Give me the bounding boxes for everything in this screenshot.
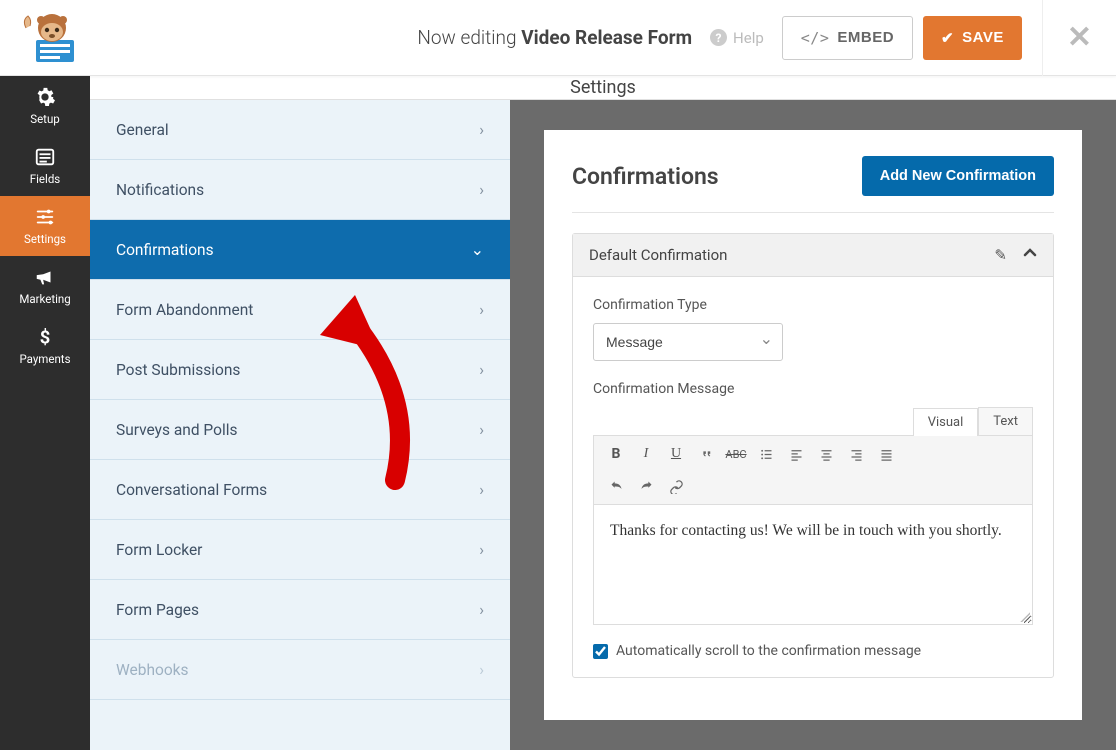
- rail-label: Setup: [30, 112, 60, 126]
- quote-icon[interactable]: [692, 440, 720, 468]
- rail-item-payments[interactable]: $ Payments: [0, 316, 90, 376]
- strikethrough-icon[interactable]: ABC: [722, 440, 750, 468]
- close-button[interactable]: ✕: [1042, 0, 1096, 76]
- dollar-icon: $: [34, 326, 56, 348]
- editor-tabs: Visual Text: [593, 407, 1033, 435]
- confirmations-panel: Confirmations Add New Confirmation Defau…: [544, 130, 1082, 720]
- subnav-item-confirmations[interactable]: Confirmations ⌄: [90, 220, 510, 280]
- rail-item-marketing[interactable]: Marketing: [0, 256, 90, 316]
- edit-icon[interactable]: ✎: [994, 246, 1007, 264]
- align-justify-icon[interactable]: [872, 440, 900, 468]
- subnav-item-form-pages[interactable]: Form Pages ›: [90, 580, 510, 640]
- rail-item-setup[interactable]: Setup: [0, 76, 90, 136]
- rail-item-fields[interactable]: Fields: [0, 136, 90, 196]
- autoscroll-checkbox[interactable]: [593, 644, 608, 659]
- chevron-right-icon: ›: [479, 600, 484, 619]
- check-icon: ✔: [941, 29, 954, 47]
- card-header[interactable]: Default Confirmation ✎: [573, 234, 1053, 277]
- save-button[interactable]: ✔ SAVE: [923, 16, 1022, 60]
- panel-heading: Confirmations: [572, 163, 719, 190]
- add-confirmation-button[interactable]: Add New Confirmation: [862, 156, 1054, 196]
- subnav-item-form-abandonment[interactable]: Form Abandonment ›: [90, 280, 510, 340]
- bullet-list-icon[interactable]: [752, 440, 780, 468]
- redo-icon[interactable]: [632, 472, 660, 500]
- sidebar-rail: Setup Fields Settings Marketing $ Paymen…: [0, 76, 90, 750]
- subnav-label: Confirmations: [116, 241, 214, 259]
- rail-label: Settings: [24, 232, 66, 246]
- page-title-text: Settings: [570, 77, 636, 98]
- italic-icon[interactable]: I: [632, 440, 660, 468]
- align-left-icon[interactable]: [782, 440, 810, 468]
- subnav-label: Form Pages: [116, 601, 199, 619]
- subnav-label: Conversational Forms: [116, 481, 267, 499]
- subnav-item-general[interactable]: General ›: [90, 100, 510, 160]
- now-editing-prefix: Now editing: [417, 26, 516, 49]
- chevron-right-icon: ›: [479, 300, 484, 319]
- subnav-item-form-locker[interactable]: Form Locker ›: [90, 520, 510, 580]
- code-icon: </>: [801, 29, 830, 47]
- page-title: Settings: [90, 76, 1116, 100]
- subnav-label: Webhooks: [116, 661, 189, 679]
- chevron-right-icon: ›: [479, 540, 484, 559]
- rail-item-settings[interactable]: Settings: [0, 196, 90, 256]
- undo-icon[interactable]: [602, 472, 630, 500]
- sliders-icon: [34, 206, 56, 228]
- confirmation-card: Default Confirmation ✎ Confirmation Type…: [572, 233, 1054, 678]
- embed-button[interactable]: </> EMBED: [782, 16, 913, 60]
- align-center-icon[interactable]: [812, 440, 840, 468]
- subnav-label: Notifications: [116, 181, 204, 199]
- chevron-right-icon: ›: [479, 660, 484, 679]
- subnav-label: General: [116, 121, 169, 139]
- confirmation-type-select[interactable]: Message: [593, 323, 783, 361]
- rail-label: Fields: [30, 172, 60, 186]
- app-logo: [16, 10, 80, 66]
- card-title: Default Confirmation: [589, 246, 727, 264]
- editing-title: Now editing Video Release Form: [92, 26, 702, 49]
- subnav-item-notifications[interactable]: Notifications ›: [90, 160, 510, 220]
- subnav-label: Form Locker: [116, 541, 202, 559]
- help-link[interactable]: ? Help: [710, 29, 764, 47]
- align-right-icon[interactable]: [842, 440, 870, 468]
- settings-subnav: General › Notifications › Confirmations ⌄ F…: [90, 100, 510, 750]
- top-bar: Now editing Video Release Form ? Help </…: [0, 0, 1116, 76]
- editor-tab-visual[interactable]: Visual: [913, 408, 979, 436]
- embed-label: EMBED: [837, 29, 894, 46]
- help-label: Help: [733, 29, 764, 47]
- gear-icon: [34, 86, 56, 108]
- editor-tab-text[interactable]: Text: [978, 407, 1033, 435]
- rail-label: Payments: [19, 352, 70, 366]
- subnav-label: Form Abandonment: [116, 301, 253, 319]
- settings-canvas: Confirmations Add New Confirmation Defau…: [510, 100, 1116, 750]
- subnav-item-post-submissions[interactable]: Post Submissions ›: [90, 340, 510, 400]
- chevron-right-icon: ›: [479, 420, 484, 439]
- rail-label: Marketing: [19, 292, 70, 306]
- chevron-down-icon: ⌄: [471, 240, 484, 259]
- editor-toolbar: B I U ABC: [593, 435, 1033, 505]
- subnav-label: Post Submissions: [116, 361, 240, 379]
- subnav-item-webhooks[interactable]: Webhooks ›: [90, 640, 510, 700]
- link-icon[interactable]: [662, 472, 690, 500]
- message-editor[interactable]: Thanks for contacting us! We will be in …: [593, 505, 1033, 625]
- list-icon: [34, 146, 56, 168]
- chevron-right-icon: ›: [479, 480, 484, 499]
- form-name: Video Release Form: [521, 26, 692, 49]
- save-label: SAVE: [962, 29, 1004, 46]
- help-icon: ?: [710, 29, 727, 46]
- message-label: Confirmation Message: [593, 381, 1033, 397]
- autoscroll-label: Automatically scroll to the confirmation…: [616, 643, 921, 659]
- chevron-right-icon: ›: [479, 360, 484, 379]
- subnav-item-conversational[interactable]: Conversational Forms ›: [90, 460, 510, 520]
- svg-text:$: $: [40, 327, 51, 348]
- type-label: Confirmation Type: [593, 297, 1033, 313]
- bold-icon[interactable]: B: [602, 440, 630, 468]
- underline-icon[interactable]: U: [662, 440, 690, 468]
- collapse-icon[interactable]: [1023, 246, 1037, 264]
- chevron-right-icon: ›: [479, 180, 484, 199]
- subnav-item-surveys-polls[interactable]: Surveys and Polls ›: [90, 400, 510, 460]
- chevron-right-icon: ›: [479, 120, 484, 139]
- bullhorn-icon: [34, 266, 56, 288]
- subnav-label: Surveys and Polls: [116, 421, 237, 439]
